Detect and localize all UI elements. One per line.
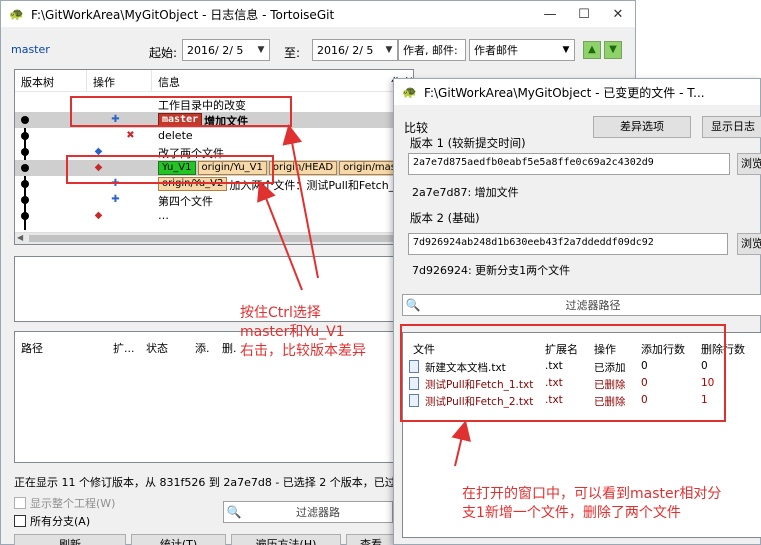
annotation-line: 右击，比较版本差异	[240, 343, 366, 359]
annotation-note-2: 在打开的窗口中，可以看到master相对分 支1新增一个文件，删除了两个文件	[462, 485, 721, 523]
annotation-note-1: 按住Ctrl选择 master和Yu_V1 右击，比较版本差异	[240, 304, 366, 361]
annotation-arrow	[282, 124, 319, 279]
annotation-arrows	[257, 124, 471, 467]
annotation-line: 按住Ctrl选择	[240, 305, 321, 321]
annotation-arrow	[451, 420, 471, 467]
annotation-line: master和Yu_V1	[240, 324, 345, 340]
annotation-line: 支1新增一个文件，删除了两个文件	[462, 505, 681, 521]
annotation-line: 在打开的窗口中，可以看到master相对分	[462, 486, 722, 502]
annotation-arrow	[257, 180, 303, 291]
